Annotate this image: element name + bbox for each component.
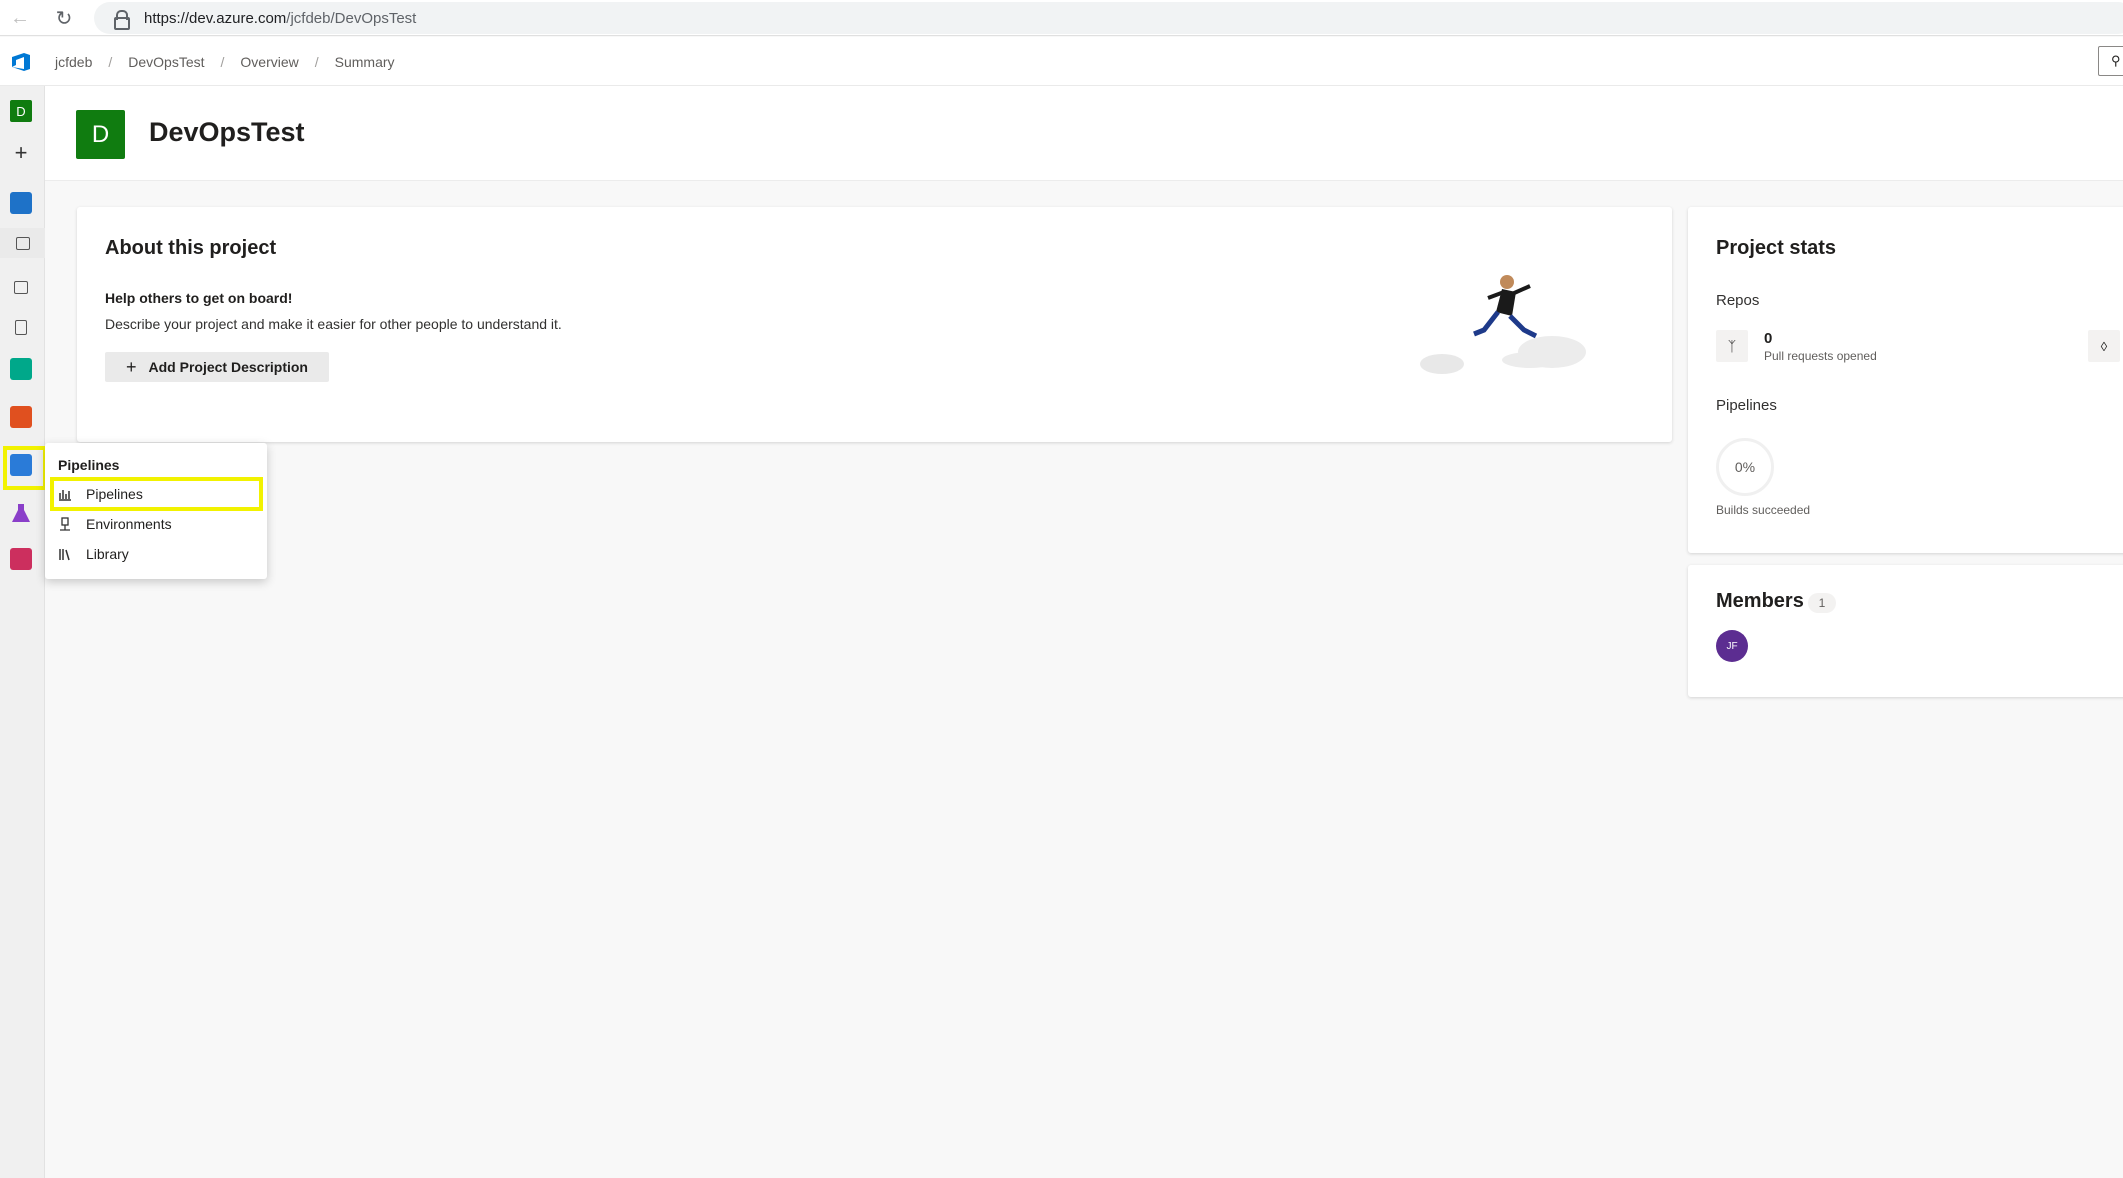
- flyout-item-environments[interactable]: Environments: [53, 510, 259, 538]
- address-bar[interactable]: https://dev.azure.com/jcfdeb/DevOpsTest: [94, 2, 2123, 34]
- azure-devops-logo-icon[interactable]: [10, 51, 32, 73]
- reload-icon[interactable]: ↻: [50, 4, 78, 32]
- project-stats-card: Project stats Repos ᛉ 0 Pull requests op…: [1688, 207, 2123, 553]
- breadcrumb-separator: /: [220, 53, 225, 70]
- breadcrumb-org[interactable]: jcfdeb: [55, 54, 92, 70]
- rail-artifacts-button[interactable]: [6, 544, 36, 574]
- members-count-badge: 1: [1808, 593, 1836, 613]
- flyout-pipelines-highlight: [50, 477, 263, 511]
- stats-card-title: Project stats: [1716, 237, 1837, 259]
- test-plans-flask-icon: [12, 504, 30, 522]
- rail-dashboards-button[interactable]: [6, 272, 36, 302]
- left-navigation-rail: D +: [0, 86, 45, 1178]
- rail-repos-button[interactable]: [6, 402, 36, 432]
- lock-icon: [112, 9, 130, 30]
- project-header: [45, 86, 2123, 181]
- project-avatar: D: [76, 110, 125, 159]
- overview-icon: [10, 192, 32, 214]
- url-path: /jcfdeb/DevOpsTest: [286, 9, 417, 27]
- rail-overview-button[interactable]: [6, 188, 36, 218]
- pull-requests-label: Pull requests opened: [1764, 349, 1877, 363]
- jumping-person-illustration: [1420, 275, 1586, 374]
- rail-project-button[interactable]: D: [6, 96, 36, 126]
- flyout-item-library[interactable]: Library: [53, 540, 259, 568]
- pipelines-stats-label: Pipelines: [1716, 397, 1777, 414]
- page-title: DevOpsTest: [149, 117, 305, 147]
- repos-icon: [10, 406, 32, 428]
- flyout-title: Pipelines: [58, 457, 120, 473]
- rail-pipelines-highlight: [3, 446, 47, 490]
- plus-icon: +: [126, 356, 137, 377]
- dashboards-icon: [14, 280, 28, 294]
- rail-summary-button[interactable]: [0, 228, 45, 258]
- add-project-description-button[interactable]: + Add Project Description: [105, 352, 329, 382]
- pull-requests-count[interactable]: 0: [1764, 330, 1772, 347]
- builds-succeeded-ring[interactable]: 0%: [1716, 438, 1774, 496]
- boards-icon: [10, 358, 32, 380]
- breadcrumb-separator: /: [314, 53, 319, 70]
- member-avatar[interactable]: JF: [1716, 630, 1748, 662]
- breadcrumb: jcfdeb / DevOpsTest / Overview / Summary: [55, 37, 395, 86]
- members-card: Members 1 JF: [1688, 565, 2123, 697]
- summary-icon: [15, 236, 30, 250]
- browser-toolbar: ← ↻ https://dev.azure.com/jcfdeb/DevOpsT…: [0, 0, 2123, 36]
- about-description: Describe your project and make it easier…: [105, 316, 562, 332]
- members-title: Members: [1716, 590, 1804, 612]
- top-navigation: jcfdeb / DevOpsTest / Overview / Summary…: [0, 37, 2123, 86]
- breadcrumb-page[interactable]: Summary: [335, 54, 395, 70]
- builds-succeeded-label: Builds succeeded: [1716, 503, 1811, 517]
- url-host: https://dev.azure.com: [144, 9, 287, 27]
- breadcrumb-section[interactable]: Overview: [240, 54, 298, 70]
- pull-request-icon[interactable]: ᛉ: [1716, 330, 1748, 362]
- add-description-label: Add Project Description: [148, 359, 308, 375]
- breadcrumb-separator: /: [108, 53, 113, 70]
- wiki-icon: [15, 319, 27, 335]
- flyout-item-label: Environments: [86, 516, 172, 532]
- new-item-plus-icon[interactable]: +: [6, 138, 36, 168]
- about-card-title: About this project: [105, 237, 277, 259]
- library-icon: [58, 547, 72, 561]
- pipelines-flyout-menu: Pipelines Pipelines Environments Library: [45, 443, 267, 579]
- environments-icon: [58, 517, 72, 531]
- search-input[interactable]: ⚲: [2098, 46, 2123, 76]
- artifacts-icon: [10, 548, 32, 570]
- commit-icon[interactable]: ◊: [2088, 330, 2120, 362]
- rail-wiki-button[interactable]: [6, 312, 36, 342]
- project-avatar-icon: D: [10, 100, 32, 122]
- repos-label: Repos: [1716, 292, 1760, 309]
- rail-test-plans-button[interactable]: [6, 498, 36, 528]
- back-arrow-icon[interactable]: ←: [6, 4, 34, 32]
- about-subtitle: Help others to get on board!: [105, 290, 293, 306]
- breadcrumb-project[interactable]: DevOpsTest: [128, 54, 204, 70]
- search-icon: ⚲: [2111, 53, 2121, 68]
- rail-boards-button[interactable]: [6, 354, 36, 384]
- flyout-item-label: Library: [86, 546, 129, 562]
- about-project-card: About this project Help others to get on…: [77, 207, 1672, 442]
